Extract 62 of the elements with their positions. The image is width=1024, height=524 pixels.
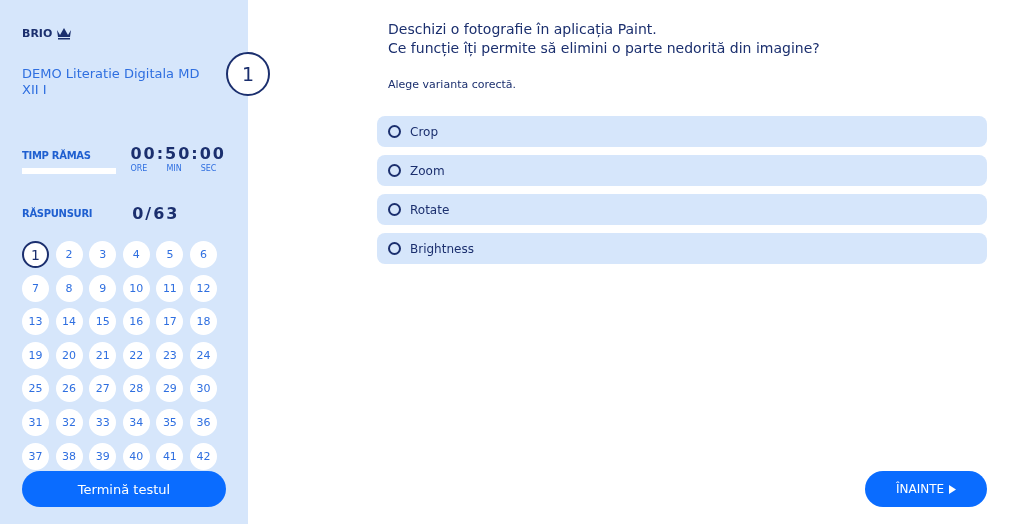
question-number[interactable]: 17 [156,308,184,336]
question-number[interactable]: 1 [22,241,49,268]
timer-label: TIMP RĂMAS [22,150,91,161]
answer-option[interactable]: Crop [377,116,987,147]
question-number[interactable]: 4 [122,241,150,268]
question-number[interactable]: 13 [22,308,49,336]
question-number[interactable]: 42 [189,442,217,470]
question-number[interactable]: 40 [122,442,150,470]
question-number[interactable]: 3 [89,241,117,268]
question-number[interactable]: 36 [189,408,217,436]
question-number[interactable]: 21 [89,341,117,369]
answer-option[interactable]: Zoom [377,155,987,186]
brand-logo: BRIO [22,26,53,40]
answers-count: 0/63 [132,204,180,223]
question-number[interactable]: 7 [22,274,49,302]
question-number[interactable]: 35 [156,408,184,436]
question-number[interactable]: 28 [122,375,150,403]
question-number[interactable]: 18 [189,308,217,336]
question-number[interactable]: 8 [55,274,83,302]
question-number[interactable]: 27 [89,375,117,403]
question-number[interactable]: 16 [122,308,150,336]
question-number[interactable]: 23 [156,341,184,369]
question-number[interactable]: 19 [22,341,49,369]
question-number[interactable]: 30 [189,375,217,403]
question-number[interactable]: 33 [89,408,117,436]
question-number[interactable]: 15 [89,308,117,336]
crown-icon [56,26,73,40]
instruction-text: Alege varianta corectă. [388,78,518,91]
question-number[interactable]: 11 [156,274,184,302]
timer-unit: MIN [166,164,182,173]
timer-unit: ORE [130,164,148,173]
question-number[interactable]: 38 [55,442,83,470]
answers-label: RĂSPUNSURI [22,208,93,219]
question-number[interactable]: 9 [89,274,117,302]
question-number[interactable]: 39 [89,442,117,470]
question-number[interactable]: 29 [156,375,184,403]
play-icon [949,484,957,494]
question-number[interactable]: 41 [156,442,184,470]
question-number[interactable]: 26 [55,375,83,403]
question-number[interactable]: 24 [189,341,217,369]
finish-test-button[interactable]: Termină testul [22,471,226,507]
question-number[interactable]: 5 [156,241,184,268]
question-number[interactable]: 34 [122,408,150,436]
answer-option[interactable]: Brightness [377,233,987,264]
question-number[interactable]: 10 [122,274,150,302]
next-button[interactable]: ÎNAINTE [865,471,987,507]
question-number[interactable]: 12 [189,274,217,302]
question-number[interactable]: 32 [55,408,83,436]
question-number[interactable]: 37 [22,442,49,470]
question-number[interactable]: 31 [22,408,49,436]
question-number-badge: 1 [226,52,270,96]
timer-unit: SEC [200,164,217,173]
question-number[interactable]: 20 [55,341,83,369]
question-number[interactable]: 2 [55,241,83,268]
question-number[interactable]: 14 [55,308,83,336]
question-number[interactable]: 25 [22,375,49,403]
question-number[interactable]: 22 [122,341,150,369]
timer-value: 00:50:00 [130,144,226,163]
question-number[interactable]: 6 [189,241,217,268]
question-text: Deschizi o fotografie în aplicația Paint. Ce funcție îți permite să elimini o parte nedorită din imagine? [388,20,821,58]
test-title: DEMO Literatie Digitala MD XII I [22,66,201,98]
answer-option[interactable]: Rotate [377,194,987,225]
